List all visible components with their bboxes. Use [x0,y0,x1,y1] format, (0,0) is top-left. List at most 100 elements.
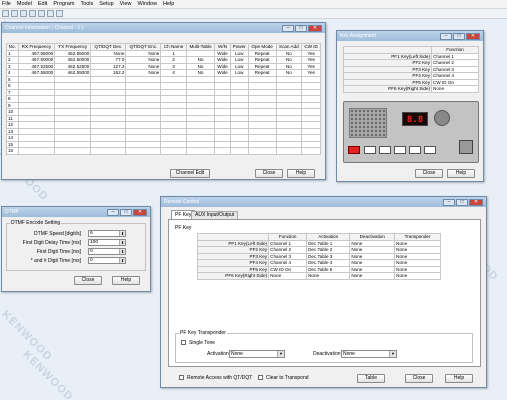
save-icon[interactable] [20,10,27,17]
pf2-key-button[interactable] [364,146,376,154]
minimize-icon[interactable]: – [282,24,294,32]
speaker-grille [349,108,387,138]
table-cell[interactable] [301,147,321,155]
column-header: QT/DQT Enc. [125,43,162,51]
menu-bar: File Model Edit Program Tools Setup View Window… [0,0,507,9]
column-header: Ope Mode [247,43,277,51]
channel-edit-button[interactable]: Channel Edit [170,169,210,178]
clear-to-transpond-checkbox[interactable] [258,375,263,380]
table-cell[interactable] [275,147,303,155]
new-icon[interactable] [2,10,9,17]
pf3-key-button[interactable] [379,146,391,154]
remote-control-window: Remote Control – □ ✕ PF Key AUX Input/Outp… [160,196,487,388]
close-button[interactable]: Close [415,169,443,178]
table-cell[interactable] [17,147,56,155]
write-icon[interactable] [47,10,54,17]
help-button[interactable]: Help [445,374,473,383]
deactivation-label: Deactivation [313,351,341,357]
table-cell[interactable] [125,147,162,155]
table-row[interactable]: PF1 Key(Left Side) Channel 1 Dec.Table 1 No… [196,239,441,247]
key-assignment-window: Key Assignment – □ ✕ Function PF1 Key(Left … [336,30,484,182]
table-cell[interactable]: PF6 Key(Right Side) [196,272,270,280]
star-hash-digit-time-input[interactable]: 0 [88,257,126,264]
activation-select[interactable]: None [229,350,285,358]
table-cell[interactable]: Wide [214,49,231,57]
table-cell[interactable] [214,147,231,155]
menu-item[interactable]: Model [17,1,32,7]
menu-item[interactable]: Setup [99,1,113,7]
menu-item[interactable]: Help [163,1,174,7]
dtmf-speed-input[interactable]: 6 [88,230,126,237]
help-icon[interactable] [56,10,63,17]
close-button[interactable]: Close [255,169,283,178]
maximize-icon[interactable]: □ [453,32,465,40]
close-icon[interactable]: ✕ [133,208,147,216]
maximize-icon[interactable]: □ [120,208,132,216]
table-row[interactable]: PF6 Key(Right Side) None None None None [196,272,441,280]
pf-key-group-title: PF Key [175,225,192,231]
close-button[interactable]: Close [405,374,433,383]
menu-item[interactable]: Program [53,1,74,7]
group-title: DTMF Encode Setting [10,220,62,226]
first-digit-delay-input[interactable]: 100 [88,239,126,246]
table-cell[interactable] [185,147,216,155]
first-digit-time-input[interactable]: 0 [88,248,126,255]
table-cell[interactable]: None [306,272,351,280]
table-cell[interactable]: None [394,272,441,280]
radio-display: 8.8 [402,112,428,126]
menu-item[interactable]: File [2,1,11,7]
key-name: PF6 Key(Right Side) [342,85,433,93]
menu-item[interactable]: Window [137,1,157,7]
open-icon[interactable] [11,10,18,17]
radio-front-panel: 8.8 [343,101,479,163]
pf4-key-button[interactable] [394,146,406,154]
pf6-key-button[interactable] [424,146,436,154]
pf5-key-button[interactable] [409,146,421,154]
channel-information-window: Channel Information ( Channel - 1 ) – □ ✕ … [1,22,326,180]
title-bar[interactable]: Channel Information ( Channel - 1 ) – □ ✕ [2,23,325,33]
maximize-icon[interactable]: □ [456,198,468,206]
dtmf-window: DTMF – □ ✕ DTMF Encode Setting DTMF Speed … [1,206,151,292]
read-icon[interactable] [38,10,45,17]
table-cell[interactable]: 16 [6,147,19,155]
table-cell[interactable] [160,147,187,155]
table-row[interactable]: 16 [6,147,321,155]
field-label: First Digit Time [ms] [36,249,81,255]
pf-key-table: Function Activation Deactivation Transponde… [196,233,441,280]
table-cell[interactable]: Wide [214,62,231,70]
remote-access-checkbox[interactable] [179,375,184,380]
key-function[interactable]: None [431,85,479,93]
deactivation-select[interactable]: None [341,350,397,358]
maximize-icon[interactable]: □ [295,24,307,32]
table-cell[interactable] [247,147,277,155]
remote-access-label: Remote Access with QT/DQT [187,375,253,381]
help-button[interactable]: Help [447,169,475,178]
table-cell[interactable]: None [349,272,396,280]
close-button[interactable]: Close [74,276,102,285]
title-bar[interactable]: Remote Control – □ ✕ [161,197,486,207]
print-icon[interactable] [29,10,36,17]
minimize-icon[interactable]: – [107,208,119,216]
help-button[interactable]: Help [112,276,140,285]
table-cell[interactable]: None [268,272,308,280]
minimize-icon[interactable]: – [440,32,452,40]
table-button[interactable]: Table [357,374,385,383]
menu-item[interactable]: Tools [80,1,93,7]
menu-item[interactable]: Edit [38,1,47,7]
table-cell[interactable] [54,147,92,155]
single-tone-checkbox[interactable] [181,340,186,345]
title-bar[interactable]: DTMF – □ ✕ [2,207,150,217]
table-row[interactable]: PF6 Key(Right Side) None [342,85,479,93]
pf1-key-button[interactable] [348,146,360,154]
close-icon[interactable]: ✕ [469,198,483,206]
table-cell[interactable] [90,147,127,155]
close-icon[interactable]: ✕ [466,32,480,40]
close-icon[interactable]: ✕ [308,24,322,32]
window-title: Channel Information ( Channel - 1 ) [5,25,84,31]
help-button[interactable]: Help [287,169,315,178]
minimize-icon[interactable]: – [443,198,455,206]
table-cell[interactable] [229,147,249,155]
tab-aux-input-output[interactable]: AUX Input/Output [191,211,239,219]
menu-item[interactable]: View [120,1,132,7]
title-bar[interactable]: Key Assignment – □ ✕ [337,31,483,41]
